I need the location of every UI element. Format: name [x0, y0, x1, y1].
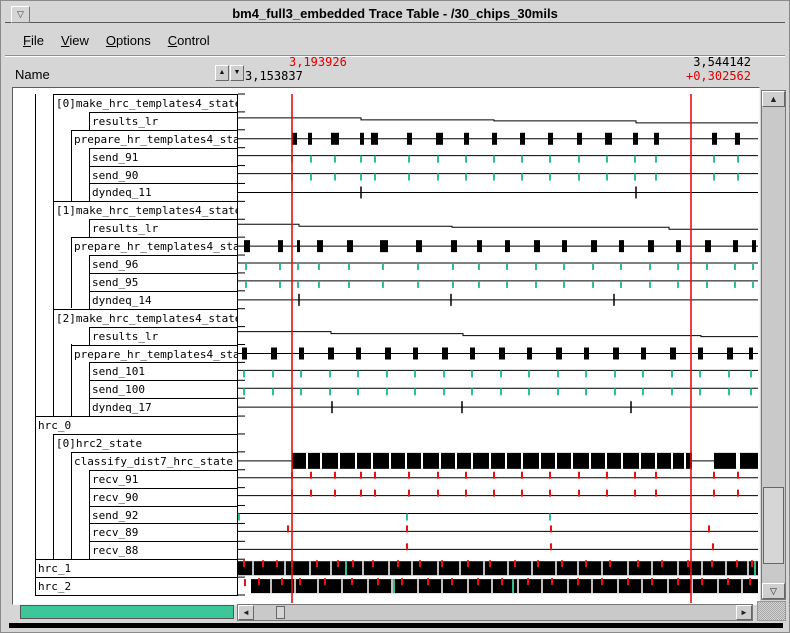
trace-name-cell[interactable]: hrc_1	[35, 559, 238, 578]
tree-guide-line	[53, 434, 54, 559]
title-bar: ▽ bm4_full3_embedded Trace Table - /30_c…	[5, 5, 785, 23]
window-start-time: 3,153837	[245, 69, 303, 83]
scrollbar-left-arrow-icon[interactable]: ◄	[238, 605, 254, 620]
scroll-down-button[interactable]: ▼	[230, 65, 244, 81]
window-title: bm4_full3_embedded Trace Table - /30_chi…	[5, 6, 785, 21]
trace-name-cell[interactable]: results_lr	[89, 327, 238, 346]
menu-control[interactable]: Control	[164, 31, 214, 50]
trace-panel: [0]make_hrc_templates4_stateresults_lrpr…	[12, 87, 760, 605]
window-end-time: 3,544142	[693, 55, 751, 69]
vertical-scrollbar[interactable]: ▲ ▽	[761, 90, 786, 600]
menu-bar: File View Options Control	[5, 23, 785, 56]
vertical-scrollbar-thumb[interactable]	[763, 487, 784, 564]
state-trace	[238, 332, 758, 337]
trace-name-cell[interactable]: results_lr	[89, 219, 238, 238]
trace-name-cell[interactable]: send_101	[89, 362, 238, 381]
scrollbar-down-arrow-icon[interactable]: ▽	[762, 583, 785, 599]
trace-name-cell[interactable]: recv_91	[89, 470, 238, 489]
state-trace	[238, 118, 758, 123]
trace-name-cell[interactable]: send_96	[89, 255, 238, 274]
waveform-area[interactable]	[238, 88, 759, 604]
trace-name-cell[interactable]: prepare_hr_templates4_state	[71, 237, 238, 256]
trace-name-cell[interactable]: classify_dist7_hrc_state	[71, 452, 238, 471]
trace-name-cell[interactable]: results_lr	[89, 112, 238, 131]
trace-name-cell[interactable]: hrc_2	[35, 577, 238, 596]
cursor-delta-time: +0,302562	[686, 69, 751, 83]
trace-name-cell[interactable]: [0]hrc2_state	[53, 434, 238, 453]
trace-name-cell[interactable]: recv_88	[89, 541, 238, 560]
trace-name-cell[interactable]: send_95	[89, 273, 238, 292]
tree-guide-line	[71, 452, 72, 559]
tree-guide-line	[35, 94, 36, 595]
trace-name-cell[interactable]: [2]make_hrc_templates4_state	[53, 309, 238, 328]
tree-guide-line	[71, 130, 72, 201]
state-trace	[238, 224, 758, 229]
menu-view[interactable]: View	[57, 31, 93, 50]
trace-name-cell[interactable]: prepare_hr_templates4_state	[71, 130, 238, 149]
cursor1-time: 3,193926	[289, 55, 347, 69]
trace-name-cell[interactable]: dyndeq_11	[89, 183, 238, 202]
name-column-header: Name	[15, 67, 50, 82]
horizontal-scrollbar[interactable]: ◄ ►	[237, 604, 753, 621]
menu-file[interactable]: File	[19, 31, 48, 50]
app-window: ▽ bm4_full3_embedded Trace Table - /30_c…	[0, 0, 790, 633]
scrollbar-corner	[757, 601, 786, 621]
trace-name-cell[interactable]: [0]make_hrc_templates4_state	[53, 94, 238, 113]
header-strip: Name ▲ ▼ 3,193926 3,153837 3,544142 +0,3…	[5, 57, 785, 87]
trace-name-cell[interactable]: dyndeq_17	[89, 398, 238, 417]
horizontal-scrollbar-thumb[interactable]	[276, 606, 285, 619]
tree-guide-line	[71, 344, 72, 416]
trace-name-cell[interactable]: hrc_0	[35, 416, 238, 435]
window-resize-edge[interactable]	[9, 623, 783, 628]
trace-name-cell[interactable]: send_100	[89, 380, 238, 399]
menu-options[interactable]: Options	[102, 31, 155, 50]
tree-guide-line	[53, 94, 54, 416]
signal-name-column: [0]make_hrc_templates4_stateresults_lrpr…	[13, 88, 238, 604]
trace-name-cell[interactable]: recv_89	[89, 523, 238, 542]
trace-name-cell[interactable]: [1]make_hrc_templates4_state	[53, 201, 238, 220]
scrollbar-up-arrow-icon[interactable]: ▲	[762, 91, 785, 107]
trace-name-cell[interactable]: send_91	[89, 148, 238, 167]
scroll-up-button[interactable]: ▲	[215, 65, 229, 81]
trace-name-cell[interactable]: recv_90	[89, 488, 238, 507]
trace-name-cell[interactable]: dyndeq_14	[89, 291, 238, 310]
scrollbar-right-arrow-icon[interactable]: ►	[736, 605, 752, 620]
tree-guide-line	[71, 237, 72, 308]
name-pane-gauge	[20, 605, 234, 619]
